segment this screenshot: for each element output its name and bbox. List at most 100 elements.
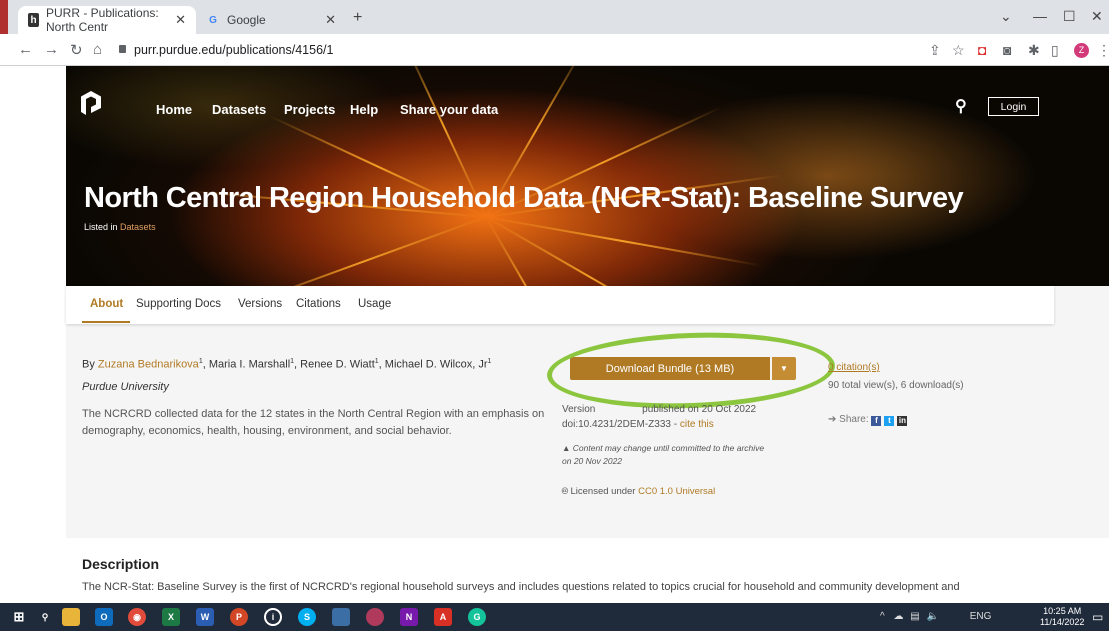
file-explorer-icon[interactable] bbox=[62, 608, 80, 626]
linkedin-icon[interactable]: in bbox=[897, 416, 908, 426]
close-window-icon[interactable]: ✕ bbox=[1091, 8, 1103, 25]
license-link[interactable]: CC0 1.0 Universal bbox=[638, 486, 715, 497]
archive-warning: ▲ Content may change until committed to … bbox=[562, 442, 772, 468]
purr-logo-icon[interactable] bbox=[80, 90, 102, 116]
acrobat-icon[interactable]: A bbox=[434, 608, 452, 626]
share-label: Share: bbox=[839, 414, 869, 425]
app-icon[interactable] bbox=[366, 608, 384, 626]
share-page-icon[interactable]: ⇪ bbox=[929, 42, 941, 59]
chrome-icon[interactable]: ◉ bbox=[128, 608, 146, 626]
onenote-icon[interactable]: N bbox=[400, 608, 418, 626]
skype-icon[interactable]: S bbox=[298, 608, 316, 626]
system-tray: ^ ☁ ▤ 🔈 ENG bbox=[880, 611, 991, 622]
listed-in-prefix: Listed in bbox=[84, 222, 118, 232]
extensions-puzzle-icon[interactable]: ✱ bbox=[1028, 42, 1040, 59]
new-tab-icon[interactable]: + bbox=[353, 9, 362, 27]
author-name: Maria I. Marshall bbox=[208, 358, 291, 371]
app-icon[interactable]: i bbox=[264, 608, 282, 626]
twitter-icon[interactable]: t bbox=[884, 416, 895, 426]
version-info: Version published on 20 Oct 2022 bbox=[562, 404, 756, 415]
author-list: By Zuzana Bednarikova1, Maria I. Marshal… bbox=[82, 358, 492, 371]
tab-usage[interactable]: Usage bbox=[358, 298, 391, 310]
tab-title: PURR - Publications: North Centr bbox=[46, 6, 159, 34]
nav-datasets[interactable]: Datasets bbox=[212, 102, 266, 117]
facebook-icon[interactable]: f bbox=[871, 416, 882, 426]
browser-tab-bar: h PURR - Publications: North Centr ✕ G G… bbox=[0, 0, 1109, 34]
cc-license-icon: 🅭 bbox=[562, 486, 568, 497]
language-indicator[interactable]: ENG bbox=[970, 611, 992, 622]
annotation-highlight-oval bbox=[545, 327, 837, 414]
browser-tab-google[interactable]: G Google ✕ bbox=[196, 6, 346, 34]
side-panel-icon[interactable]: ▯ bbox=[1051, 42, 1059, 59]
tab-citations[interactable]: Citations bbox=[296, 298, 341, 310]
authors-prefix: By bbox=[82, 358, 95, 371]
close-tab-icon[interactable]: ✕ bbox=[325, 12, 336, 28]
cloud-icon[interactable]: ☁ bbox=[893, 611, 903, 622]
excel-icon[interactable]: X bbox=[162, 608, 180, 626]
home-icon[interactable]: ⌂ bbox=[93, 41, 102, 58]
version-suffix: published on 20 Oct 2022 bbox=[642, 404, 757, 415]
extension-icon[interactable]: ◙ bbox=[1003, 42, 1011, 58]
author-name: Renee D. Wiatt bbox=[300, 358, 375, 371]
reload-icon[interactable]: ↻ bbox=[70, 41, 83, 59]
doi-value: doi:10.4231/2DEM-Z333 bbox=[562, 419, 671, 430]
outlook-icon[interactable]: O bbox=[95, 608, 113, 626]
author-link[interactable]: Zuzana Bednarikova bbox=[98, 359, 199, 371]
license-prefix: Licensed under bbox=[570, 486, 636, 497]
active-tab-indicator bbox=[82, 321, 130, 323]
tab-title: Google bbox=[227, 13, 266, 27]
nav-projects[interactable]: Projects bbox=[284, 102, 335, 117]
google-favicon-icon: G bbox=[209, 14, 217, 26]
minimize-icon[interactable]: — bbox=[1033, 8, 1047, 24]
description-text: The NCR-Stat: Baseline Survey is the fir… bbox=[82, 581, 960, 593]
nav-home[interactable]: Home bbox=[156, 102, 192, 117]
share-row: ➔ Share: f t in bbox=[828, 414, 910, 426]
windows-start-icon[interactable]: ⊞ bbox=[10, 608, 28, 626]
window-edge bbox=[0, 0, 8, 34]
tab-search-icon[interactable]: ⌄ bbox=[1000, 8, 1012, 25]
tab-about[interactable]: About bbox=[90, 298, 123, 310]
app-icon[interactable] bbox=[332, 608, 350, 626]
publication-tabs: About Supporting Docs Versions Citations… bbox=[66, 286, 1054, 324]
forward-icon[interactable]: → bbox=[44, 41, 59, 58]
page-title: North Central Region Household Data (NCR… bbox=[84, 182, 964, 214]
bookmark-star-icon[interactable]: ☆ bbox=[952, 42, 965, 59]
description-section-bg bbox=[66, 538, 1109, 603]
nav-help[interactable]: Help bbox=[350, 102, 378, 117]
warning-icon: ▲ bbox=[562, 443, 571, 453]
doi: doi:10.4231/2DEM-Z333 - cite this bbox=[562, 419, 714, 430]
usage-stats: 90 total view(s), 6 download(s) bbox=[828, 380, 964, 391]
warning-text: Content may change until committed to th… bbox=[562, 443, 765, 466]
nav-share-your-data[interactable]: Share your data bbox=[400, 102, 498, 117]
volume-icon[interactable]: 🔈 bbox=[927, 611, 939, 622]
maximize-icon[interactable]: ☐ bbox=[1063, 8, 1076, 25]
affiliation: Purdue University bbox=[82, 381, 169, 393]
listed-in-datasets-link[interactable]: Datasets bbox=[120, 222, 156, 232]
author-affil-sup: 1 bbox=[290, 358, 295, 365]
citations-link[interactable]: 0 citation(s) bbox=[828, 362, 880, 373]
login-button[interactable]: Login bbox=[988, 97, 1039, 116]
back-icon[interactable]: ← bbox=[18, 41, 33, 58]
notifications-icon[interactable]: ▭ bbox=[1092, 610, 1103, 624]
tab-versions[interactable]: Versions bbox=[238, 298, 282, 310]
profile-avatar[interactable]: Z bbox=[1074, 43, 1089, 58]
search-icon[interactable]: ⚲ bbox=[36, 608, 54, 626]
word-icon[interactable]: W bbox=[196, 608, 214, 626]
browser-menu-icon[interactable]: ⋮ bbox=[1097, 42, 1109, 59]
abstract: The NCRCRD collected data for the 12 sta… bbox=[82, 408, 545, 437]
network-icon[interactable]: ▤ bbox=[910, 611, 919, 622]
license-info: 🅭 Licensed under CC0 1.0 Universal bbox=[562, 485, 715, 497]
close-tab-icon[interactable]: ✕ bbox=[175, 12, 186, 28]
powerpoint-icon[interactable]: P bbox=[230, 608, 248, 626]
windows-taskbar: ⊞ ⚲ O ◉ X W P i S N A G ^ ☁ ▤ 🔈 ENG 10:2… bbox=[0, 603, 1109, 631]
taskbar-clock[interactable]: 10:25 AM 11/14/2022 bbox=[1040, 606, 1084, 628]
search-icon[interactable]: ⚲ bbox=[955, 96, 967, 116]
tray-chevron-icon[interactable]: ^ bbox=[880, 611, 885, 622]
cite-this-link[interactable]: cite this bbox=[680, 419, 714, 430]
url-field[interactable]: purr.purdue.edu/publications/4156/1 bbox=[134, 43, 333, 57]
tab-supporting-docs[interactable]: Supporting Docs bbox=[136, 298, 221, 310]
grammarly-icon[interactable]: G bbox=[468, 608, 486, 626]
clock-time: 10:25 AM bbox=[1043, 606, 1082, 616]
browser-tab-purr[interactable]: h PURR - Publications: North Centr ✕ bbox=[18, 6, 196, 34]
extension-icon[interactable]: ◘ bbox=[978, 42, 986, 58]
